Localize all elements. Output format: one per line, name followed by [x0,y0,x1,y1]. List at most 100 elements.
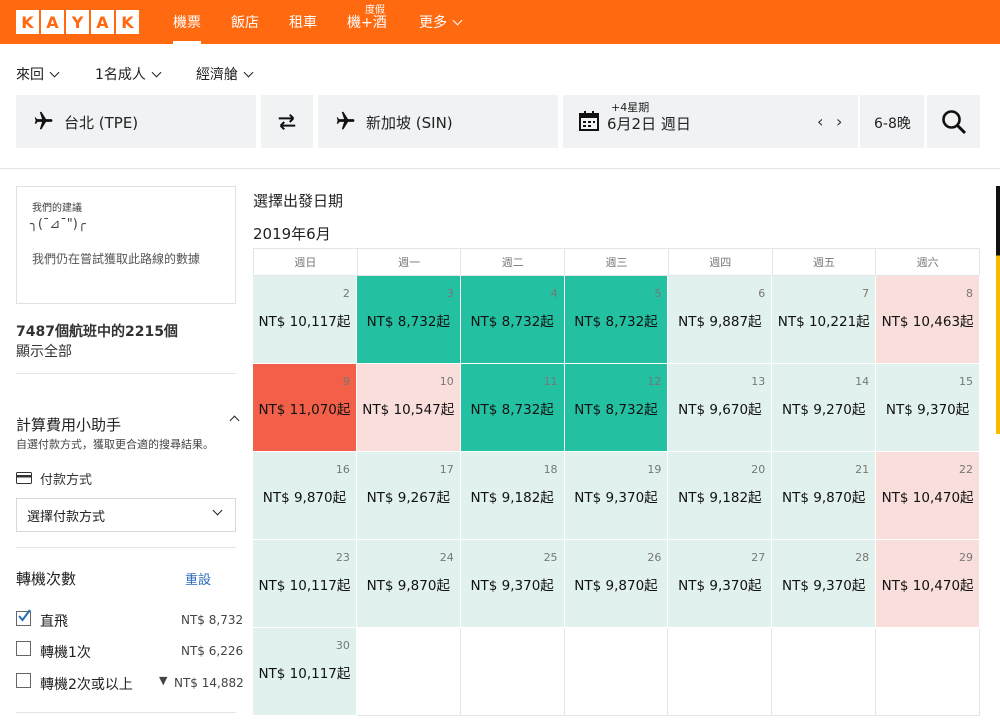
calendar-day-cell[interactable]: 16 NT$ 9,870起 [253,452,357,540]
day-number: 3 [446,287,454,300]
weekday-label: 週一 [357,249,462,276]
calendar-day-cell[interactable]: 14 NT$ 9,270起 [772,364,877,452]
day-number: 28 [855,551,870,564]
day-number: 17 [439,463,454,476]
stop-option-price: NT$ 6,226 [181,644,244,658]
day-price: NT$ 9,270起 [782,402,866,418]
chevron-down-icon [49,67,60,77]
chevron-up-icon[interactable] [229,415,240,426]
weekday-label: 週五 [772,249,877,276]
calendar-day-cell[interactable]: 11 NT$ 8,732起 [460,364,565,452]
day-price: NT$ 8,732起 [470,402,554,418]
chevron-down-icon [243,67,254,77]
swap-button[interactable] [261,95,313,148]
result-count: 7487個航班中的2215個 [16,324,178,340]
calendar-day-cell[interactable]: 10 NT$ 10,547起 [356,364,461,452]
logo-letter: K [16,10,39,34]
nights-field[interactable]: 6-8晚 [860,95,924,148]
nav-cars[interactable]: 租車 [289,0,317,44]
day-number: 14 [855,375,870,388]
logo-letter: K [116,10,139,34]
nav-flights[interactable]: 機票 [173,0,201,44]
destination-field[interactable]: 新加坡 (SIN) [318,95,558,148]
calendar-icon [579,111,599,131]
filter-icon: ▼ [159,674,168,687]
calendar-day-cell[interactable]: 12 NT$ 8,732起 [564,364,669,452]
passengers-dropdown[interactable]: 1名成人 [95,64,162,84]
weekday-label: 週二 [461,249,566,276]
day-number: 29 [958,551,973,564]
calendar-day-cell[interactable]: 21 NT$ 9,870起 [772,452,877,540]
calendar-day-cell[interactable]: 7 NT$ 10,221起 [772,276,877,364]
day-price: NT$ 10,117起 [258,666,351,682]
checkbox-nonstop[interactable] [16,609,31,626]
stop-option-label[interactable]: 轉機2次或以上 [40,674,133,694]
packages-badge: 度假 [365,5,385,16]
tip-card: 我們的建議 ╮(¯⊿¯")╭ 我們仍在嘗試獲取此路線的數據 [16,186,236,304]
nav-more[interactable]: 更多 [419,0,463,44]
day-number: 2 [342,287,350,300]
calendar-day-cell[interactable]: 4 NT$ 8,732起 [460,276,565,364]
day-price: NT$ 11,070起 [258,402,351,418]
calendar-day-cell[interactable]: 22 NT$ 10,470起 [876,452,980,540]
calendar-day-cell[interactable]: 5 NT$ 8,732起 [564,276,669,364]
calendar-day-cell[interactable]: 29 NT$ 10,470起 [876,540,980,628]
day-number: 16 [335,463,350,476]
calendar-day-cell[interactable]: 17 NT$ 9,267起 [356,452,461,540]
calendar-day-cell[interactable]: 28 NT$ 9,370起 [772,540,877,628]
stop-option-label[interactable]: 直飛 [40,611,68,631]
kayak-logo[interactable]: K A Y A K [16,10,139,34]
day-price: NT$ 9,370起 [782,578,866,594]
side-ad-strip [996,186,1000,434]
calendar-day-cell[interactable]: 19 NT$ 9,370起 [564,452,669,540]
show-all-link[interactable]: 顯示全部 [16,341,72,361]
next-date-icon[interactable]: › [836,112,842,131]
calendar-day-cell[interactable]: 13 NT$ 9,670起 [668,364,773,452]
payment-select[interactable]: 選擇付款方式 [16,498,236,532]
calendar-day-cell[interactable]: 30 NT$ 10,117起 [253,628,357,716]
day-price: NT$ 10,547起 [362,402,455,418]
calendar-day-cell[interactable]: 26 NT$ 9,870起 [564,540,669,628]
checkbox-one-stop[interactable] [16,641,31,656]
date-field[interactable]: +4星期 6月2日 週日 ‹ › [563,95,858,148]
day-number: 12 [647,375,662,388]
calendar-day-cell[interactable]: 27 NT$ 9,370起 [668,540,773,628]
day-number: 15 [958,375,973,388]
calendar-day-cell[interactable]: 2 NT$ 10,117起 [253,276,357,364]
day-number: 9 [342,375,350,388]
swap-icon [278,113,296,131]
calendar-day-cell[interactable]: 9 NT$ 11,070起 [253,364,357,452]
nav-hotels[interactable]: 飯店 [231,0,259,44]
calendar-day-cell[interactable]: 3 NT$ 8,732起 [356,276,461,364]
date-calendar: 週日 週一 週二 週三 週四 週五 週六 2 NT$ 10,117起 3 NT$ 8,732起 4 N… [253,248,981,716]
day-number: 8 [965,287,973,300]
checkbox-two-plus-stops[interactable] [16,673,31,688]
day-number: 26 [647,551,662,564]
calendar-day-cell[interactable]: 18 NT$ 9,182起 [460,452,565,540]
calendar-day-cell[interactable]: 8 NT$ 10,463起 [876,276,980,364]
stop-option-price: NT$ 8,732 [181,613,244,627]
origin-field[interactable]: 台北 (TPE) [16,95,256,148]
calendar-day-cell[interactable]: 20 NT$ 9,182起 [668,452,773,540]
prev-date-icon[interactable]: ‹ [817,112,823,131]
day-price: NT$ 8,732起 [574,402,658,418]
nav-packages[interactable]: 度假 機+酒 [347,0,387,44]
stop-option-label[interactable]: 轉機1次 [40,642,91,662]
cabin-dropdown[interactable]: 經濟艙 [196,64,254,84]
calendar-day-cell[interactable]: 6 NT$ 9,887起 [668,276,773,364]
search-button[interactable] [927,95,980,148]
trip-type-dropdown[interactable]: 來回 [16,64,60,84]
calendar-empty-cell [356,628,461,716]
header-divider [0,168,1000,169]
day-price: NT$ 10,117起 [258,314,351,330]
logo-letter: Y [66,10,89,34]
calendar-day-cell[interactable]: 15 NT$ 9,370起 [876,364,980,452]
calendar-day-cell[interactable]: 25 NT$ 9,370起 [460,540,565,628]
calendar-empty-cell [564,628,669,716]
day-price: NT$ 9,370起 [574,490,658,506]
origin-value: 台北 (TPE) [64,114,139,132]
reset-link[interactable]: 重設 [185,569,211,588]
calendar-day-cell[interactable]: 23 NT$ 10,117起 [253,540,357,628]
tip-text: 我們仍在嘗試獲取此路線的數據 [32,252,201,266]
calendar-day-cell[interactable]: 24 NT$ 9,870起 [356,540,461,628]
